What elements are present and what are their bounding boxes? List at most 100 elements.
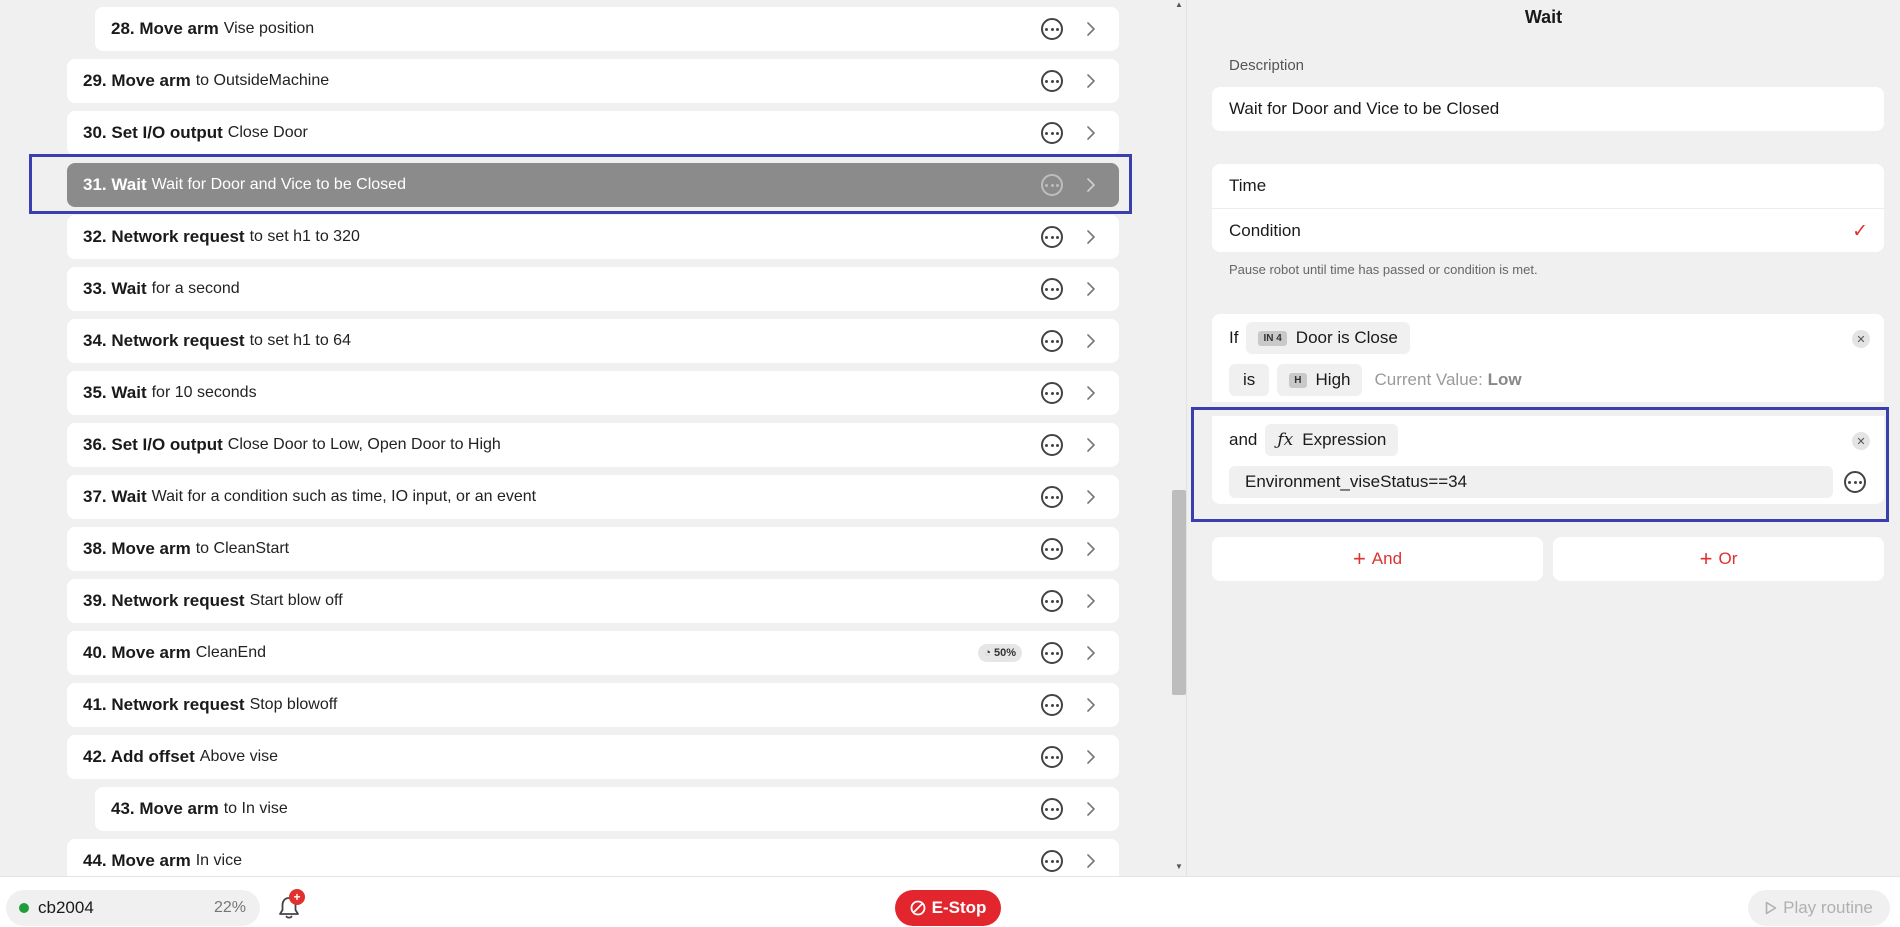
step-title: 43. Move arm xyxy=(111,799,219,818)
routine-step-row[interactable]: 35. Wait for 10 seconds xyxy=(67,371,1119,415)
step-title: 40. Move arm xyxy=(83,643,191,662)
bottom-bar: cb2004 22% + E-Stop Play routine xyxy=(0,876,1900,927)
list-scrollbar-thumb[interactable] xyxy=(1172,490,1186,695)
step-title: 39. Network request xyxy=(83,591,245,610)
more-options-icon[interactable] xyxy=(1041,382,1063,404)
more-options-icon[interactable] xyxy=(1041,798,1063,820)
more-options-icon[interactable] xyxy=(1041,434,1063,456)
more-options-icon[interactable] xyxy=(1041,70,1063,92)
routine-step-row[interactable]: 37. Wait Wait for a condition such as tim… xyxy=(67,475,1119,519)
expression-input[interactable]: Environment_viseStatus==34 xyxy=(1229,466,1833,498)
more-options-icon[interactable] xyxy=(1041,174,1063,196)
stop-icon xyxy=(910,900,926,916)
chevron-right-icon[interactable] xyxy=(1081,331,1101,351)
condition-prefix: and xyxy=(1229,430,1258,449)
level-selector[interactable]: H High xyxy=(1277,364,1363,396)
routine-step-row[interactable]: 29. Move arm to OutsideMachine xyxy=(67,59,1119,103)
more-options-icon[interactable] xyxy=(1041,486,1063,508)
scroll-down-arrow-icon[interactable]: ▼ xyxy=(1175,862,1183,871)
chevron-right-icon[interactable] xyxy=(1081,643,1101,663)
step-title: 38. Move arm xyxy=(83,539,191,558)
chevron-right-icon[interactable] xyxy=(1081,383,1101,403)
routine-step-row[interactable]: 28. Move arm Vise position xyxy=(95,7,1119,51)
routine-step-row[interactable]: 40. Move arm CleanEnd ◔ 50% xyxy=(67,631,1119,675)
step-description: for 10 seconds xyxy=(151,384,257,401)
add-and-condition-button[interactable]: + And xyxy=(1212,537,1543,581)
chevron-right-icon[interactable] xyxy=(1081,695,1101,715)
condition-type-selector[interactable]: ƒx Expression xyxy=(1265,424,1399,456)
condition-type: Expression xyxy=(1302,430,1387,449)
io-input-selector[interactable]: IN 4 Door is Close xyxy=(1246,322,1410,354)
step-description: Vise position xyxy=(223,20,315,37)
chevron-right-icon[interactable] xyxy=(1081,279,1101,299)
play-routine-button[interactable]: Play routine xyxy=(1748,890,1890,926)
routine-step-row[interactable]: 44. Move arm In vice xyxy=(67,839,1119,876)
routine-step-row[interactable]: 42. Add offset Above vise xyxy=(67,735,1119,779)
routine-step-row[interactable]: 38. Move arm to CleanStart xyxy=(67,527,1119,571)
more-options-icon[interactable] xyxy=(1041,538,1063,560)
robot-status-pill[interactable]: cb2004 22% xyxy=(6,890,260,926)
chevron-right-icon[interactable] xyxy=(1081,799,1101,819)
level-value: High xyxy=(1315,370,1351,389)
routine-step-row[interactable]: 36. Set I/O output Close Door to Low, Ope… xyxy=(67,423,1119,467)
more-options-icon[interactable] xyxy=(1041,850,1063,872)
condition-expression-line: and ƒx Expression xyxy=(1229,424,1399,456)
mode-option-label: Condition xyxy=(1229,220,1301,240)
step-title: 29. Move arm xyxy=(83,71,191,90)
step-description: to In vise xyxy=(223,800,288,817)
more-options-icon[interactable] xyxy=(1041,694,1063,716)
mode-option-condition[interactable]: Condition ✓ xyxy=(1212,208,1884,252)
chevron-right-icon[interactable] xyxy=(1081,851,1101,871)
list-scrollbar-track[interactable] xyxy=(1172,0,1186,876)
status-dot-icon xyxy=(19,903,29,913)
routine-step-row[interactable]: 43. Move arm to In vise xyxy=(95,787,1119,831)
estop-button[interactable]: E-Stop xyxy=(895,890,1001,926)
chevron-right-icon[interactable] xyxy=(1081,71,1101,91)
step-description: to OutsideMachine xyxy=(195,72,330,89)
routine-step-row[interactable]: 31. Wait Wait for Door and Vice to be Clo… xyxy=(67,163,1119,207)
more-options-icon[interactable] xyxy=(1041,122,1063,144)
panel-title: Wait xyxy=(1524,7,1563,27)
scroll-up-arrow-icon[interactable]: ▲ xyxy=(1175,0,1183,9)
more-options-icon[interactable] xyxy=(1041,278,1063,300)
more-options-icon[interactable] xyxy=(1041,590,1063,612)
chevron-right-icon[interactable] xyxy=(1081,19,1101,39)
remove-condition-icon[interactable]: ✕ xyxy=(1852,330,1870,348)
step-title: 41. Network request xyxy=(83,695,245,714)
chevron-right-icon[interactable] xyxy=(1081,747,1101,767)
routine-step-row[interactable]: 34. Network request to set h1 to 64 xyxy=(67,319,1119,363)
chevron-right-icon[interactable] xyxy=(1081,123,1101,143)
io-tag-badge: IN 4 xyxy=(1258,330,1287,346)
remove-condition-icon[interactable]: ✕ xyxy=(1852,432,1870,450)
step-detail-panel: Wait Description Wait for Door and Vice … xyxy=(1187,0,1900,876)
more-options-icon[interactable] xyxy=(1041,18,1063,40)
chevron-right-icon[interactable] xyxy=(1081,539,1101,559)
chevron-right-icon[interactable] xyxy=(1081,175,1101,195)
more-options-icon[interactable] xyxy=(1041,746,1063,768)
more-options-icon[interactable] xyxy=(1844,471,1866,493)
description-input[interactable]: Wait for Door and Vice to be Closed xyxy=(1212,87,1884,131)
more-options-icon[interactable] xyxy=(1041,330,1063,352)
step-title: 44. Move arm xyxy=(83,851,191,870)
chevron-right-icon[interactable] xyxy=(1081,591,1101,611)
or-button-label: Or xyxy=(1718,549,1738,568)
chevron-right-icon[interactable] xyxy=(1081,227,1101,247)
chevron-right-icon[interactable] xyxy=(1081,487,1101,507)
step-title: 32. Network request xyxy=(83,227,245,246)
step-description: Close Door xyxy=(227,124,308,141)
mode-option-time[interactable]: Time xyxy=(1212,164,1884,208)
comparison-operator[interactable]: is xyxy=(1229,364,1270,396)
routine-step-row[interactable]: 32. Network request to set h1 to 320 xyxy=(67,215,1119,259)
more-options-icon[interactable] xyxy=(1041,642,1063,664)
routine-step-row[interactable]: 30. Set I/O output Close Door xyxy=(67,111,1119,155)
routine-step-row[interactable]: 33. Wait for a second xyxy=(67,267,1119,311)
routine-step-row[interactable]: 39. Network request Start blow off xyxy=(67,579,1119,623)
plus-icon: + xyxy=(1352,546,1366,571)
add-or-condition-button[interactable]: + Or xyxy=(1553,537,1884,581)
routine-step-row[interactable]: 41. Network request Stop blowoff xyxy=(67,683,1119,727)
chevron-right-icon[interactable] xyxy=(1081,435,1101,455)
condition-level-line: is H High Current Value: Low xyxy=(1229,364,1522,396)
more-options-icon[interactable] xyxy=(1041,226,1063,248)
comparison-label: is xyxy=(1243,370,1256,389)
condition-prefix: If xyxy=(1229,328,1239,347)
